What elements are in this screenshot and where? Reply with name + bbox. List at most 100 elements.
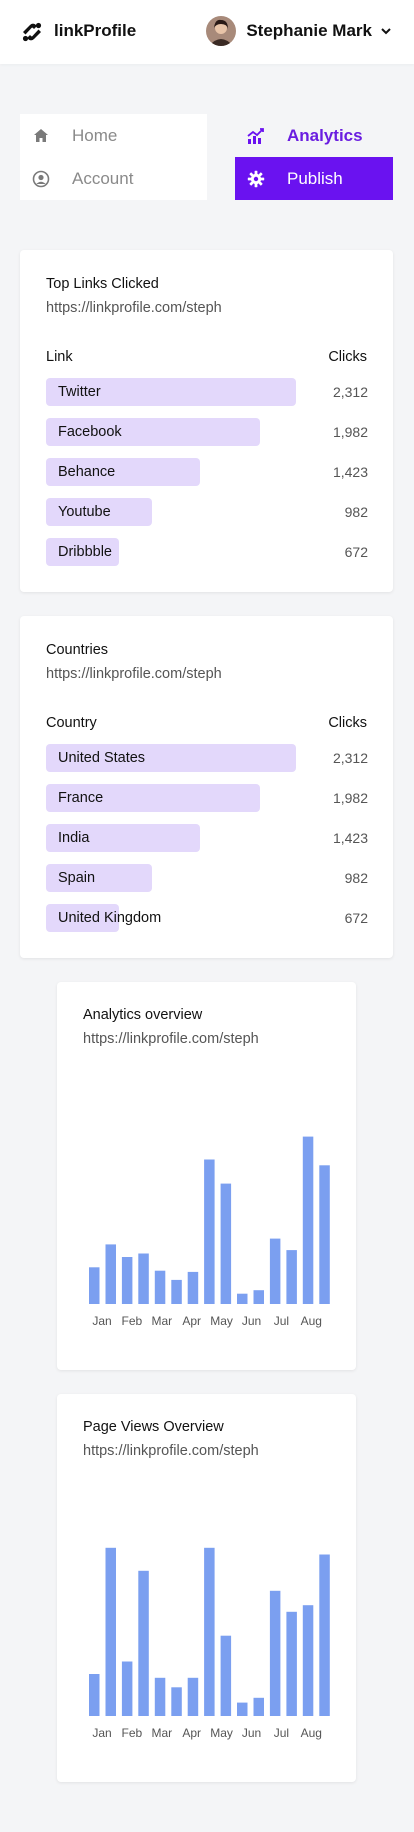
chart-bar <box>302 1605 314 1716</box>
column-header-link: Link <box>46 349 73 365</box>
chart-bar <box>138 1570 149 1716</box>
chart-bar <box>89 1674 100 1716</box>
nav-publish-label: Publish <box>287 168 343 188</box>
link-logo-icon[interactable] <box>19 19 45 45</box>
link-label: Dribbble <box>58 544 112 560</box>
clicks-value: 1,423 <box>332 830 368 846</box>
link-row[interactable]: Behance 1,423 <box>46 458 368 486</box>
chart-bar <box>105 1547 116 1716</box>
country-row[interactable]: Spain 982 <box>46 864 368 892</box>
clicks-value: 1,423 <box>332 464 368 480</box>
chart-bar <box>286 1611 297 1716</box>
clicks-value: 2,312 <box>332 384 368 400</box>
x-tick-label: Jun <box>242 1726 261 1740</box>
chart-bar <box>187 1271 199 1304</box>
nav-item-analytics[interactable]: Analytics <box>235 114 393 157</box>
user-name: Stephanie Mark <box>246 21 372 40</box>
x-tick-label: Mar <box>151 1314 172 1328</box>
country-label: France <box>58 790 104 806</box>
nav-item-publish[interactable]: Publish <box>235 157 393 200</box>
link-row[interactable]: Youtube 982 <box>46 498 368 526</box>
clicks-value: 982 <box>344 504 368 520</box>
top-links-card: Top Links Clicked https://linkprofile.co… <box>20 250 393 592</box>
chart-bar <box>220 1635 232 1716</box>
chart-line-icon <box>247 127 264 144</box>
link-label: Youtube <box>58 504 111 520</box>
country-label: United Kingdom <box>58 910 162 926</box>
chart-bar <box>89 1267 100 1304</box>
card-url[interactable]: https://linkprofile.com/steph <box>46 666 222 682</box>
gear-icon <box>247 170 265 187</box>
nav-item-account[interactable]: Account <box>20 157 207 200</box>
brand-name[interactable]: linkProfile <box>54 21 136 41</box>
main-nav: Home Account Analytics Publish <box>20 114 393 200</box>
column-header-clicks: Clicks <box>328 349 367 365</box>
clicks-value: 1,982 <box>332 424 368 440</box>
clicks-value: 672 <box>344 544 368 560</box>
chart-bar <box>253 1697 264 1716</box>
x-tick-label: May <box>210 1314 233 1328</box>
page-views-chart: Jan Feb Mar Apr May Jun Jul Aug <box>89 1547 330 1740</box>
link-label: Behance <box>58 464 116 480</box>
x-tick-label: Aug <box>301 1314 322 1328</box>
chart-bar <box>121 1661 133 1716</box>
analytics-overview-card: Analytics overview https://linkprofile.c… <box>57 982 356 1370</box>
column-header-country: Country <box>46 715 97 731</box>
nav-item-home[interactable]: Home <box>20 114 207 157</box>
clicks-value: 1,982 <box>332 790 368 806</box>
country-label: Spain <box>58 870 96 886</box>
chevron-down-icon <box>381 28 391 35</box>
chart-bar <box>237 1293 248 1304</box>
link-label: Facebook <box>58 424 122 440</box>
user-menu[interactable]: Stephanie Mark <box>206 16 392 46</box>
link-row[interactable]: Dribbble 672 <box>46 538 368 566</box>
chart-bar <box>319 1165 330 1304</box>
chart-bar <box>138 1253 149 1304</box>
chart-bar <box>171 1279 182 1304</box>
x-tick-label: Mar <box>151 1726 172 1740</box>
analytics-overview-chart: Jan Feb Mar Apr May Jun Jul Aug <box>89 1136 330 1328</box>
chart-bar <box>154 1270 166 1304</box>
chart-bar <box>237 1702 248 1716</box>
link-row[interactable]: Twitter 2,312 <box>46 378 368 406</box>
country-row[interactable]: France 1,982 <box>46 784 368 812</box>
clicks-value: 982 <box>344 870 368 886</box>
x-tick-label: Jan <box>92 1314 111 1328</box>
clicks-value: 672 <box>344 910 368 926</box>
chart-bar <box>286 1250 297 1304</box>
chart-bar <box>220 1183 232 1304</box>
chart-bar <box>105 1244 116 1304</box>
chart-bar <box>253 1290 264 1304</box>
x-tick-label: Feb <box>122 1726 143 1740</box>
page-views-card: Page Views Overview https://linkprofile.… <box>57 1394 356 1782</box>
clicks-value: 2,312 <box>332 750 368 766</box>
user-circle-icon <box>32 170 50 187</box>
x-tick-label: Apr <box>182 1314 201 1328</box>
nav-home-label: Home <box>72 125 118 145</box>
chart-bar <box>269 1590 281 1716</box>
card-title: Countries <box>46 642 109 658</box>
x-tick-label: Jan <box>92 1726 111 1740</box>
avatar <box>206 16 237 46</box>
chart-bar <box>187 1677 199 1716</box>
x-tick-label: Jul <box>274 1726 289 1740</box>
country-label: United States <box>58 750 146 766</box>
chart-bar <box>204 1547 215 1716</box>
x-tick-label: Aug <box>301 1726 322 1740</box>
country-label: India <box>58 830 90 846</box>
country-row[interactable]: United States 2,312 <box>46 744 368 772</box>
x-tick-label: May <box>210 1726 233 1740</box>
chart-bar <box>204 1159 215 1304</box>
country-row[interactable]: India 1,423 <box>46 824 368 852</box>
countries-card: Countries https://linkprofile.com/steph … <box>20 616 393 958</box>
x-tick-label: Jul <box>274 1314 289 1328</box>
column-header-clicks: Clicks <box>328 715 367 731</box>
chart-bar <box>154 1677 166 1716</box>
card-title: Top Links Clicked <box>46 276 159 292</box>
chart-bar <box>171 1687 182 1716</box>
chart-bar <box>121 1257 133 1304</box>
country-row[interactable]: United Kingdom 672 <box>46 904 368 932</box>
link-row[interactable]: Facebook 1,982 <box>46 418 368 446</box>
x-tick-label: Apr <box>182 1726 201 1740</box>
card-url[interactable]: https://linkprofile.com/steph <box>46 300 222 316</box>
